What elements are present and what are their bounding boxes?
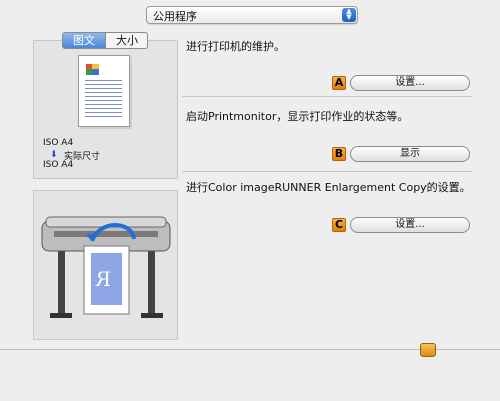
arrow-down-icon: ⬇ xyxy=(50,150,58,160)
up-down-arrows-icon: ▲ ▼ xyxy=(342,8,356,22)
preview-tabs: 图文 大小 xyxy=(62,32,148,49)
badge-b: B xyxy=(332,147,346,161)
separator xyxy=(182,96,472,97)
printmonitor-show-button[interactable]: 显示 xyxy=(350,146,470,162)
badge-a: A xyxy=(332,76,346,90)
maintenance-settings-button[interactable]: 设置... xyxy=(350,75,470,91)
image-thumbnail-icon xyxy=(86,64,99,75)
page-preview xyxy=(78,55,130,127)
printer-panel: R xyxy=(33,190,178,340)
paper-size-2: ISO A4 xyxy=(43,160,74,170)
section-a-description: 进行打印机的维护。 xyxy=(186,40,285,53)
large-format-printer-illustration: R xyxy=(41,216,171,318)
section-b-description: 启动Printmonitor，显示打印作业的状态等。 xyxy=(186,110,409,123)
enlargement-copy-settings-button[interactable]: 设置... xyxy=(350,217,470,233)
svg-text:R: R xyxy=(95,267,111,291)
tab-text-graphics[interactable]: 图文 xyxy=(63,33,105,48)
badge-c: C xyxy=(332,218,346,232)
utility-select-label: 公用程序 xyxy=(153,10,197,23)
tab-size[interactable]: 大小 xyxy=(105,33,147,48)
utility-select[interactable]: 公用程序 ▲ ▼ xyxy=(146,6,358,24)
lock-icon[interactable] xyxy=(420,343,436,357)
paper-size-1: ISO A4 xyxy=(43,138,74,148)
section-c-description: 进行Color imageRUNNER Enlargement Copy的设置。 xyxy=(186,181,471,194)
separator xyxy=(182,171,472,172)
